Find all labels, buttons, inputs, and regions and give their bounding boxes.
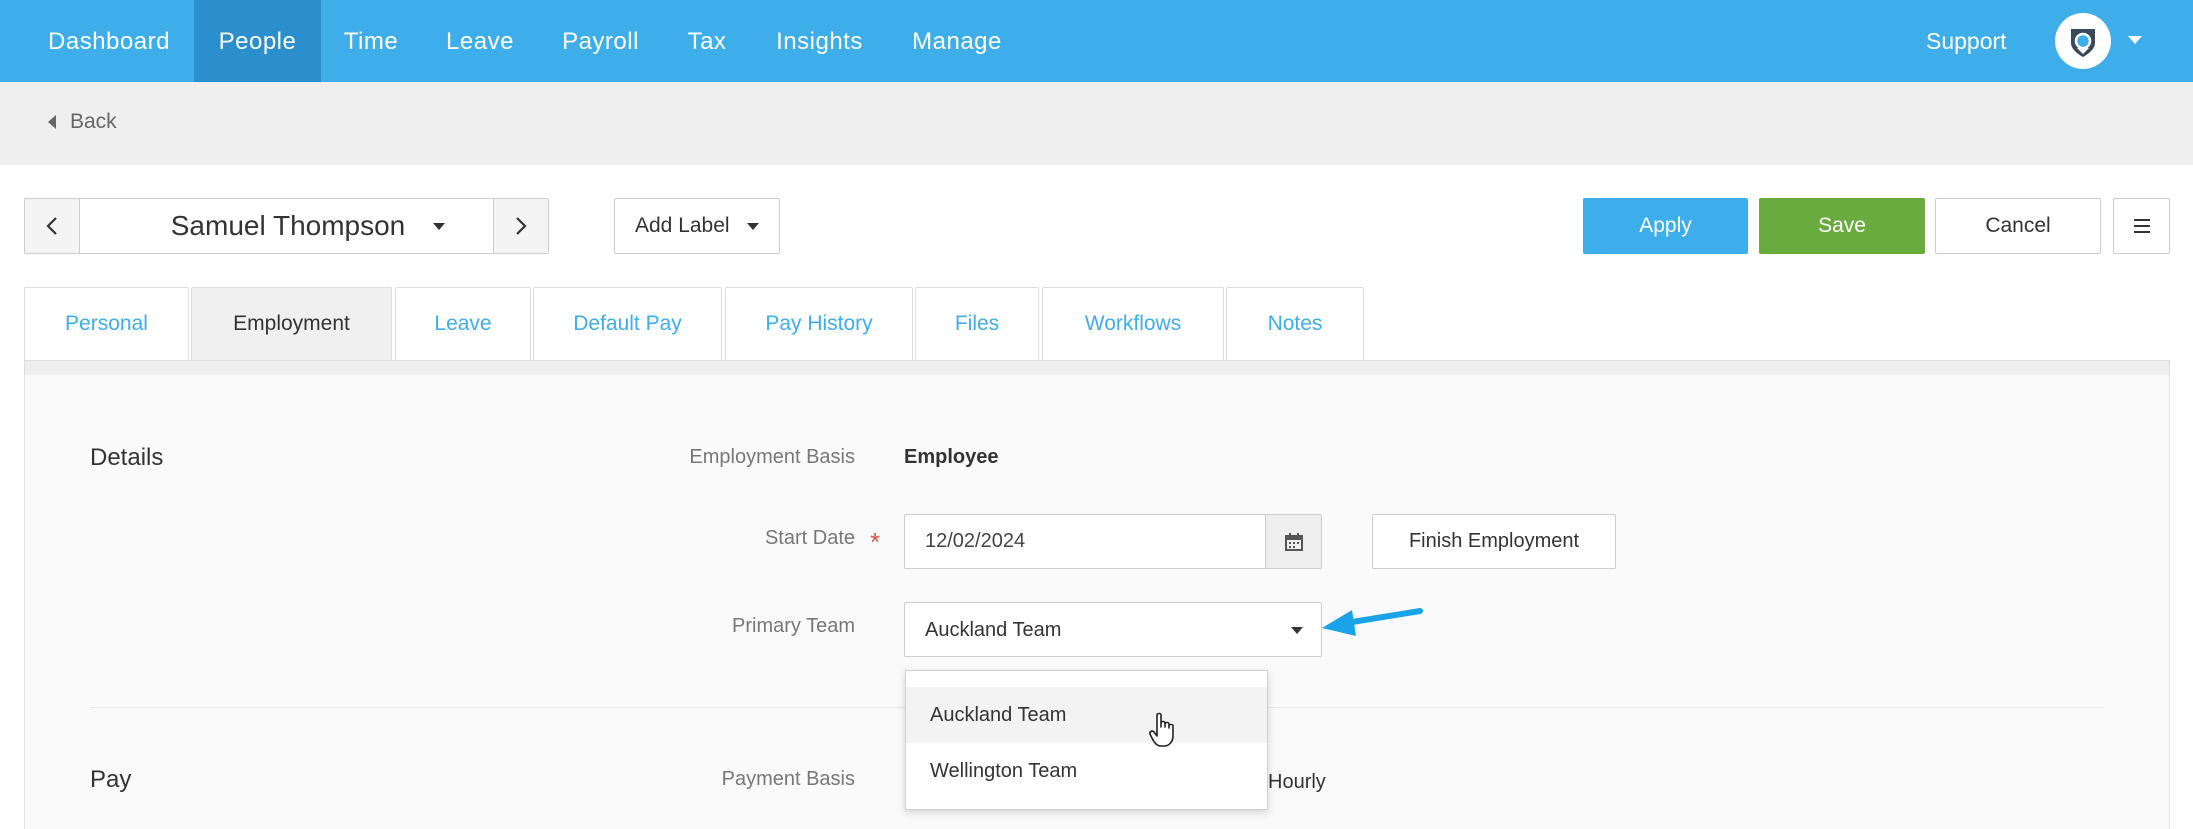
finish-employment-button[interactable]: Finish Employment (1372, 514, 1616, 569)
tab-personal[interactable]: Personal (24, 287, 189, 360)
team-option-auckland[interactable]: Auckland Team (906, 687, 1267, 743)
start-date-value: 12/02/2024 (925, 530, 1026, 552)
primary-team-dropdown: Auckland Team Wellington Team (905, 670, 1268, 810)
payment-basis-label: Payment Basis (721, 768, 855, 790)
support-link[interactable]: Support (1926, 0, 2007, 82)
employment-basis-label: Employment Basis (689, 446, 855, 468)
cancel-button[interactable]: Cancel (1935, 198, 2101, 254)
calendar-icon (1284, 532, 1303, 551)
hand-pointer-cursor-icon (1149, 712, 1174, 747)
nav-dashboard[interactable]: Dashboard (24, 0, 194, 82)
tab-workflows[interactable]: Workflows (1042, 287, 1224, 360)
caret-left-icon (48, 115, 56, 129)
user-avatar[interactable] (2055, 13, 2111, 69)
primary-team-select[interactable]: Auckland Team (904, 602, 1322, 657)
nav-people[interactable]: People (194, 0, 321, 82)
nav-insights[interactable]: Insights (752, 0, 887, 82)
nav-time[interactable]: Time (321, 0, 421, 82)
back-label: Back (70, 110, 117, 133)
back-bar: Back (0, 82, 2193, 165)
employee-name: Samuel Thompson (170, 210, 406, 241)
blue-arrow-icon (1322, 608, 1423, 636)
tab-pay-history[interactable]: Pay History (725, 287, 913, 360)
add-label-button[interactable]: Add Label (614, 198, 780, 254)
hamburger-menu-icon (2133, 225, 2150, 227)
account-dropdown-icon[interactable] (2128, 36, 2142, 44)
caret-down-icon (1291, 627, 1303, 634)
nav-leave[interactable]: Leave (421, 0, 539, 82)
employment-basis-value: Employee (904, 446, 999, 468)
start-date-label: Start Date (764, 527, 855, 549)
primary-team-value: Auckland Team (925, 619, 1062, 641)
pay-section-title: Pay (90, 766, 132, 793)
next-employee-button[interactable] (493, 199, 548, 253)
caret-down-icon[interactable] (433, 223, 445, 230)
team-option-wellington[interactable]: Wellington Team (906, 743, 1267, 799)
caret-down-icon (747, 223, 759, 230)
tab-leave[interactable]: Leave (395, 287, 531, 360)
employee-selector: Samuel Thompson (24, 198, 549, 254)
nav-tax[interactable]: Tax (662, 0, 752, 82)
tab-default-pay[interactable]: Default Pay (533, 287, 722, 360)
primary-team-label: Primary Team (732, 615, 855, 637)
save-button[interactable]: Save (1759, 198, 1925, 254)
hamburger-menu-icon (2133, 219, 2150, 221)
date-picker-button[interactable] (1265, 515, 1321, 568)
tab-employment[interactable]: Employment (191, 287, 392, 360)
previous-employee-button[interactable] (25, 199, 80, 253)
apply-button[interactable]: Apply (1583, 198, 1748, 254)
tab-files[interactable]: Files (915, 287, 1039, 360)
hamburger-menu-icon (2133, 231, 2150, 233)
tab-notes[interactable]: Notes (1226, 287, 1364, 360)
chevron-left-icon (46, 217, 57, 235)
tab-content-header (24, 360, 2170, 376)
details-section-title: Details (90, 444, 164, 471)
back-link[interactable]: Back (48, 110, 117, 134)
required-asterisk: * (870, 527, 881, 557)
user-shield-icon (2071, 29, 2095, 57)
start-date-input[interactable]: 12/02/2024 (904, 514, 1322, 569)
top-navigation: Dashboard People Time Leave Payroll Tax … (0, 0, 2193, 82)
payment-basis-value: Hourly (1268, 771, 1326, 793)
add-label-text: Add Label (635, 214, 730, 237)
nav-payroll[interactable]: Payroll (539, 0, 662, 82)
more-menu-button[interactable] (2113, 198, 2170, 254)
chevron-right-icon (516, 217, 527, 235)
nav-manage[interactable]: Manage (887, 0, 1027, 82)
